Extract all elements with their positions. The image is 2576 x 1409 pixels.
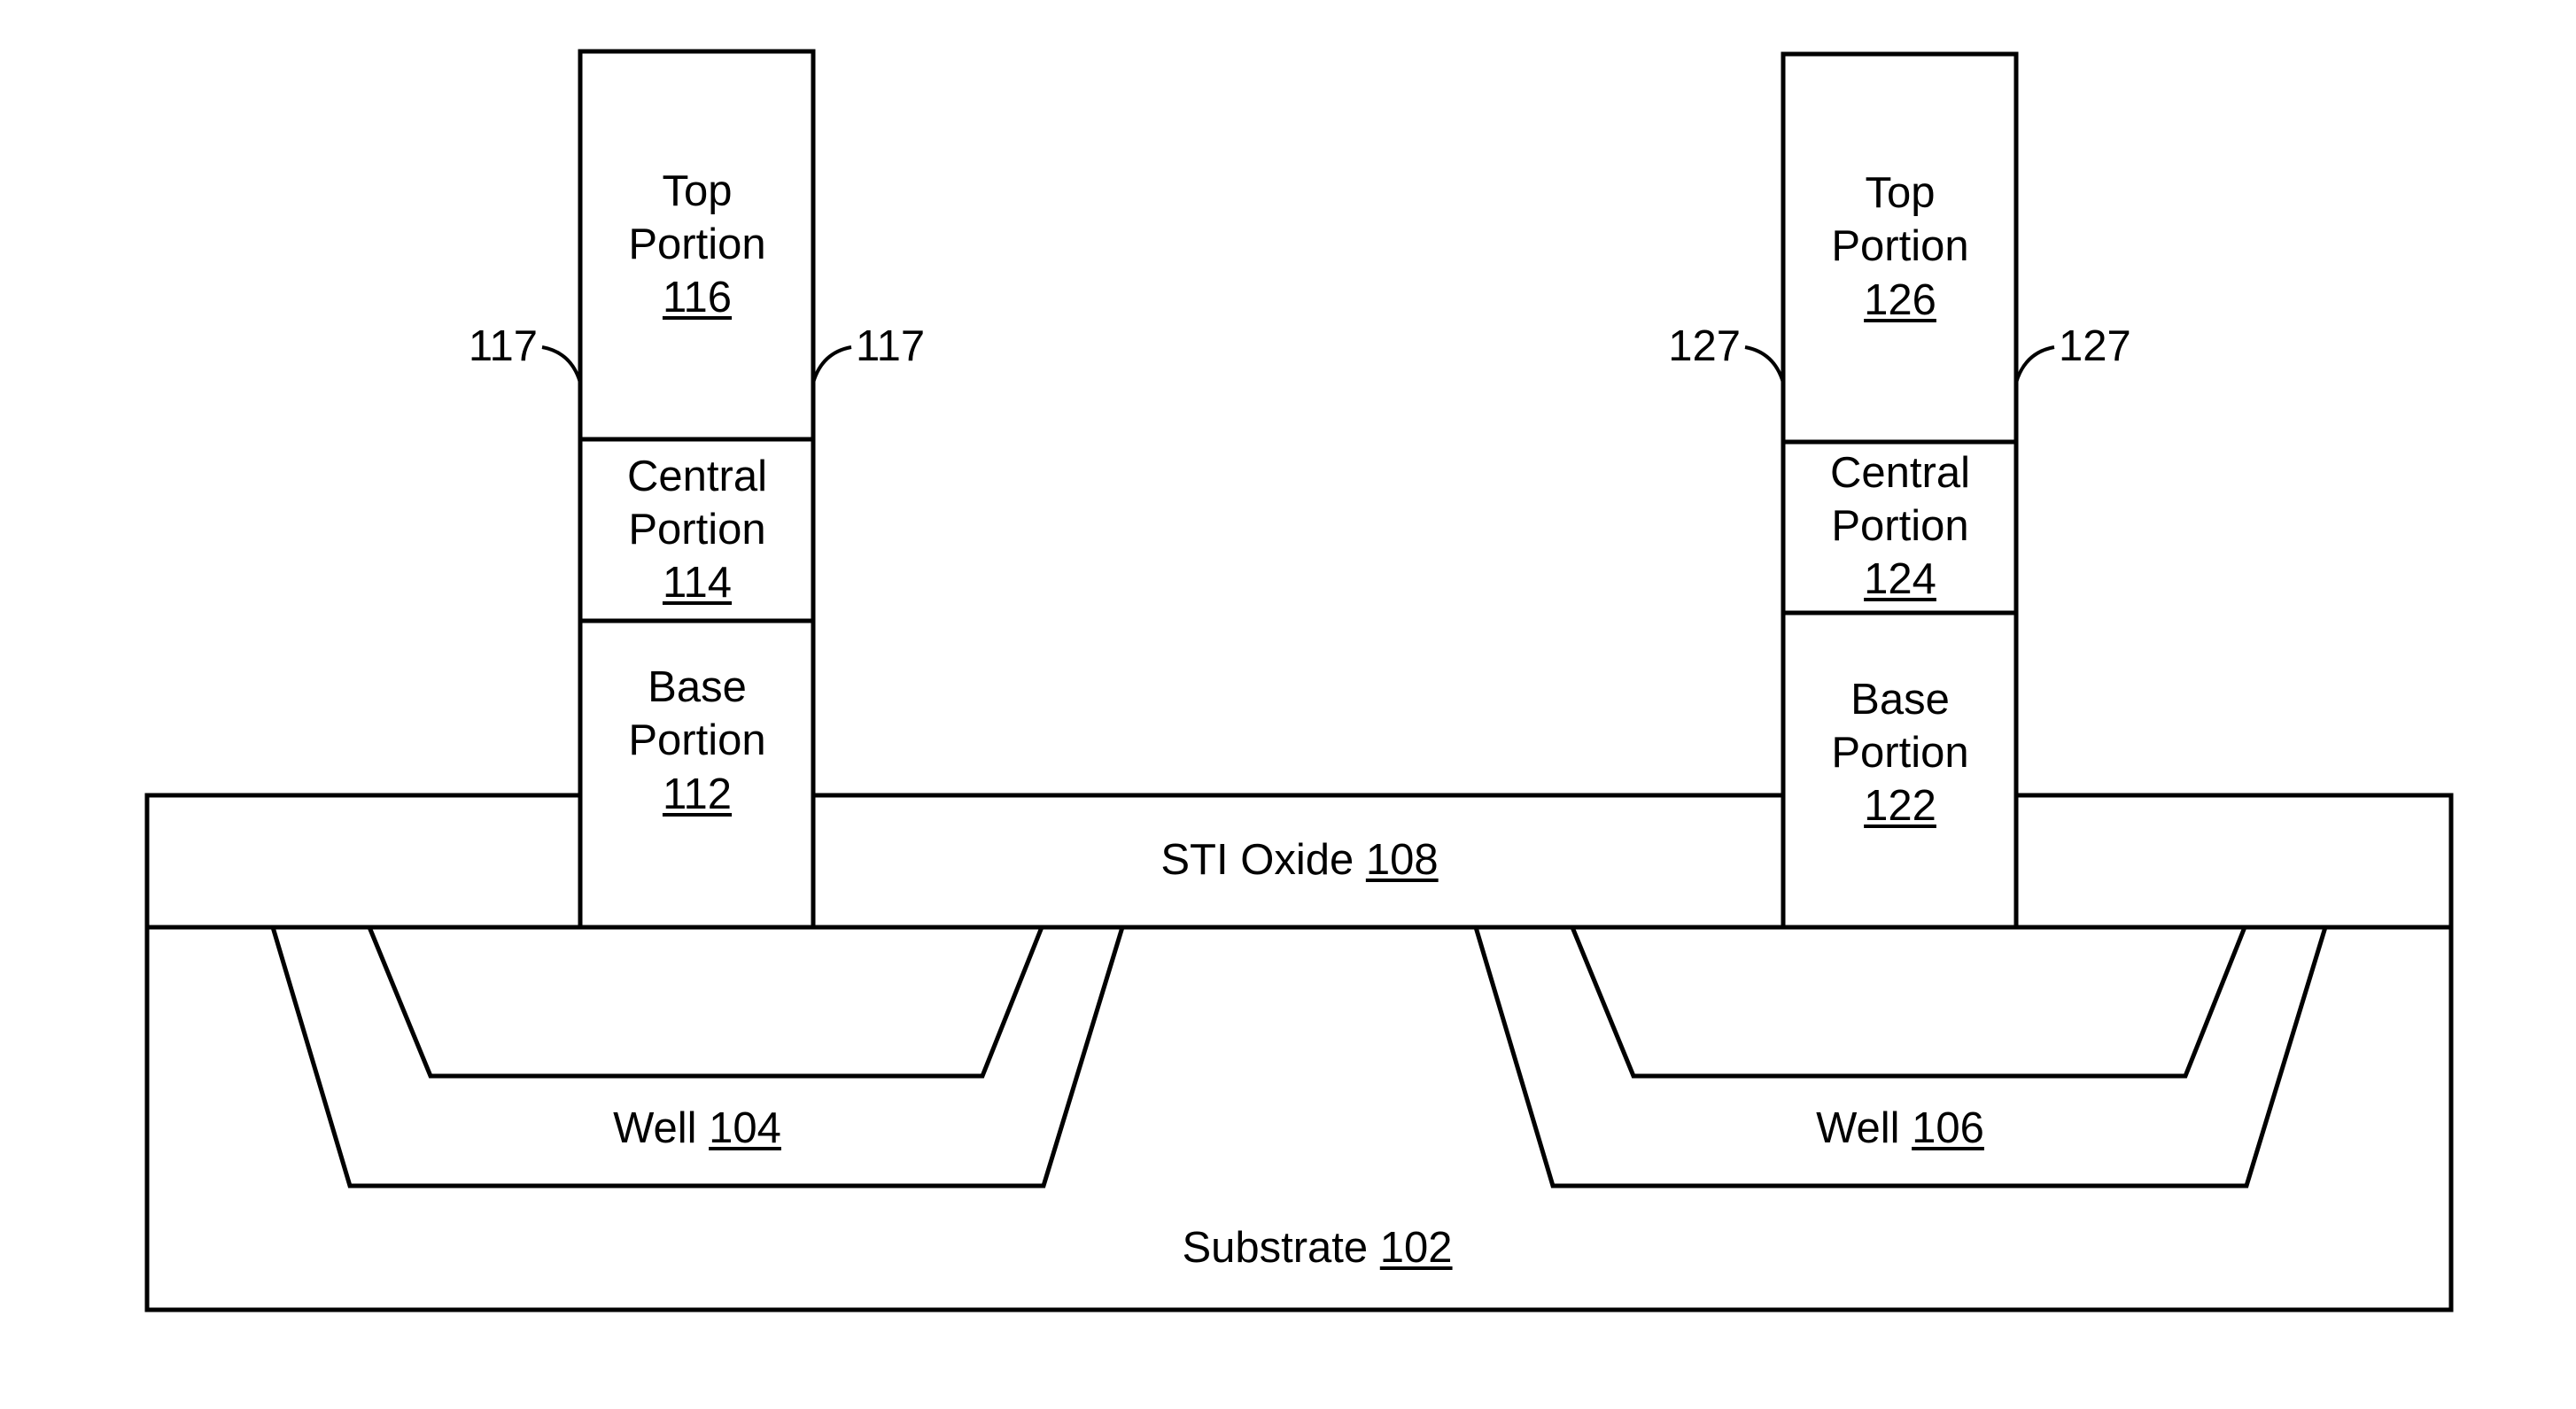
callout-127-left-leader	[1744, 345, 1785, 383]
finfet-cross-section-diagram: Top Portion 116 Central Portion 114 Base…	[144, 49, 2454, 1312]
callout-127-right-label: 127	[2059, 322, 2131, 370]
fin-left-central-label-line2: Portion	[628, 506, 765, 554]
fin-left-base-label-line1: Base	[648, 663, 747, 711]
fin-left-top-label-line1: Top	[662, 167, 732, 215]
fin-left-base-label-line2: Portion	[628, 716, 765, 764]
sti-oxide-left-segment	[144, 793, 580, 930]
well-106-ref: 106	[1912, 1104, 1984, 1152]
substrate-label: Substrate 102	[1182, 1224, 1452, 1272]
sti-oxide-right-segment	[2016, 793, 2454, 930]
well-106-label: Well 106	[1816, 1104, 1984, 1152]
fin-right-top-label-line2: Portion	[1831, 222, 1968, 270]
sti-oxide-label: STI Oxide 108	[1160, 836, 1438, 884]
substrate-ref: 102	[1380, 1224, 1453, 1272]
callout-127-left-label: 127	[1668, 322, 1741, 370]
well-106-inner-boundary	[1570, 926, 2247, 1079]
fin-right-central-label-line1: Central	[1830, 449, 1970, 497]
substrate-name: Substrate	[1182, 1224, 1368, 1272]
callout-117-left-leader	[541, 345, 582, 383]
fin-left-top-ref: 116	[663, 274, 732, 321]
fin-left-central-label-line1: Central	[627, 453, 767, 500]
well-104-ref: 104	[709, 1104, 781, 1152]
callout-117-left-label: 117	[469, 322, 538, 370]
fin-right-central-ref: 124	[1864, 555, 1936, 603]
fin-right-base-label-line2: Portion	[1831, 729, 1968, 777]
sti-oxide-name: STI Oxide	[1160, 836, 1354, 884]
fin-right-top-ref: 126	[1864, 276, 1936, 324]
fin-left-central-ref: 114	[663, 559, 732, 607]
fin-right-base-label-line1: Base	[1851, 676, 1950, 724]
fin-left-base-ref: 112	[663, 770, 732, 818]
fin-left-top-label-line2: Portion	[628, 221, 765, 268]
fin-right-top-label-line1: Top	[1865, 169, 1935, 217]
well-104-inner-boundary	[367, 926, 1044, 1079]
fin-right-base-ref: 122	[1864, 782, 1936, 830]
callout-127-right-leader	[2014, 345, 2055, 383]
callout-117-right-label: 117	[856, 322, 925, 370]
well-104-label: Well 104	[613, 1104, 781, 1152]
well-104-name: Well	[613, 1104, 696, 1152]
callout-117-right-leader	[811, 345, 852, 383]
sti-oxide-ref: 108	[1366, 836, 1439, 884]
fin-right-central-label-line2: Portion	[1831, 502, 1968, 550]
well-106-name: Well	[1816, 1104, 1899, 1152]
